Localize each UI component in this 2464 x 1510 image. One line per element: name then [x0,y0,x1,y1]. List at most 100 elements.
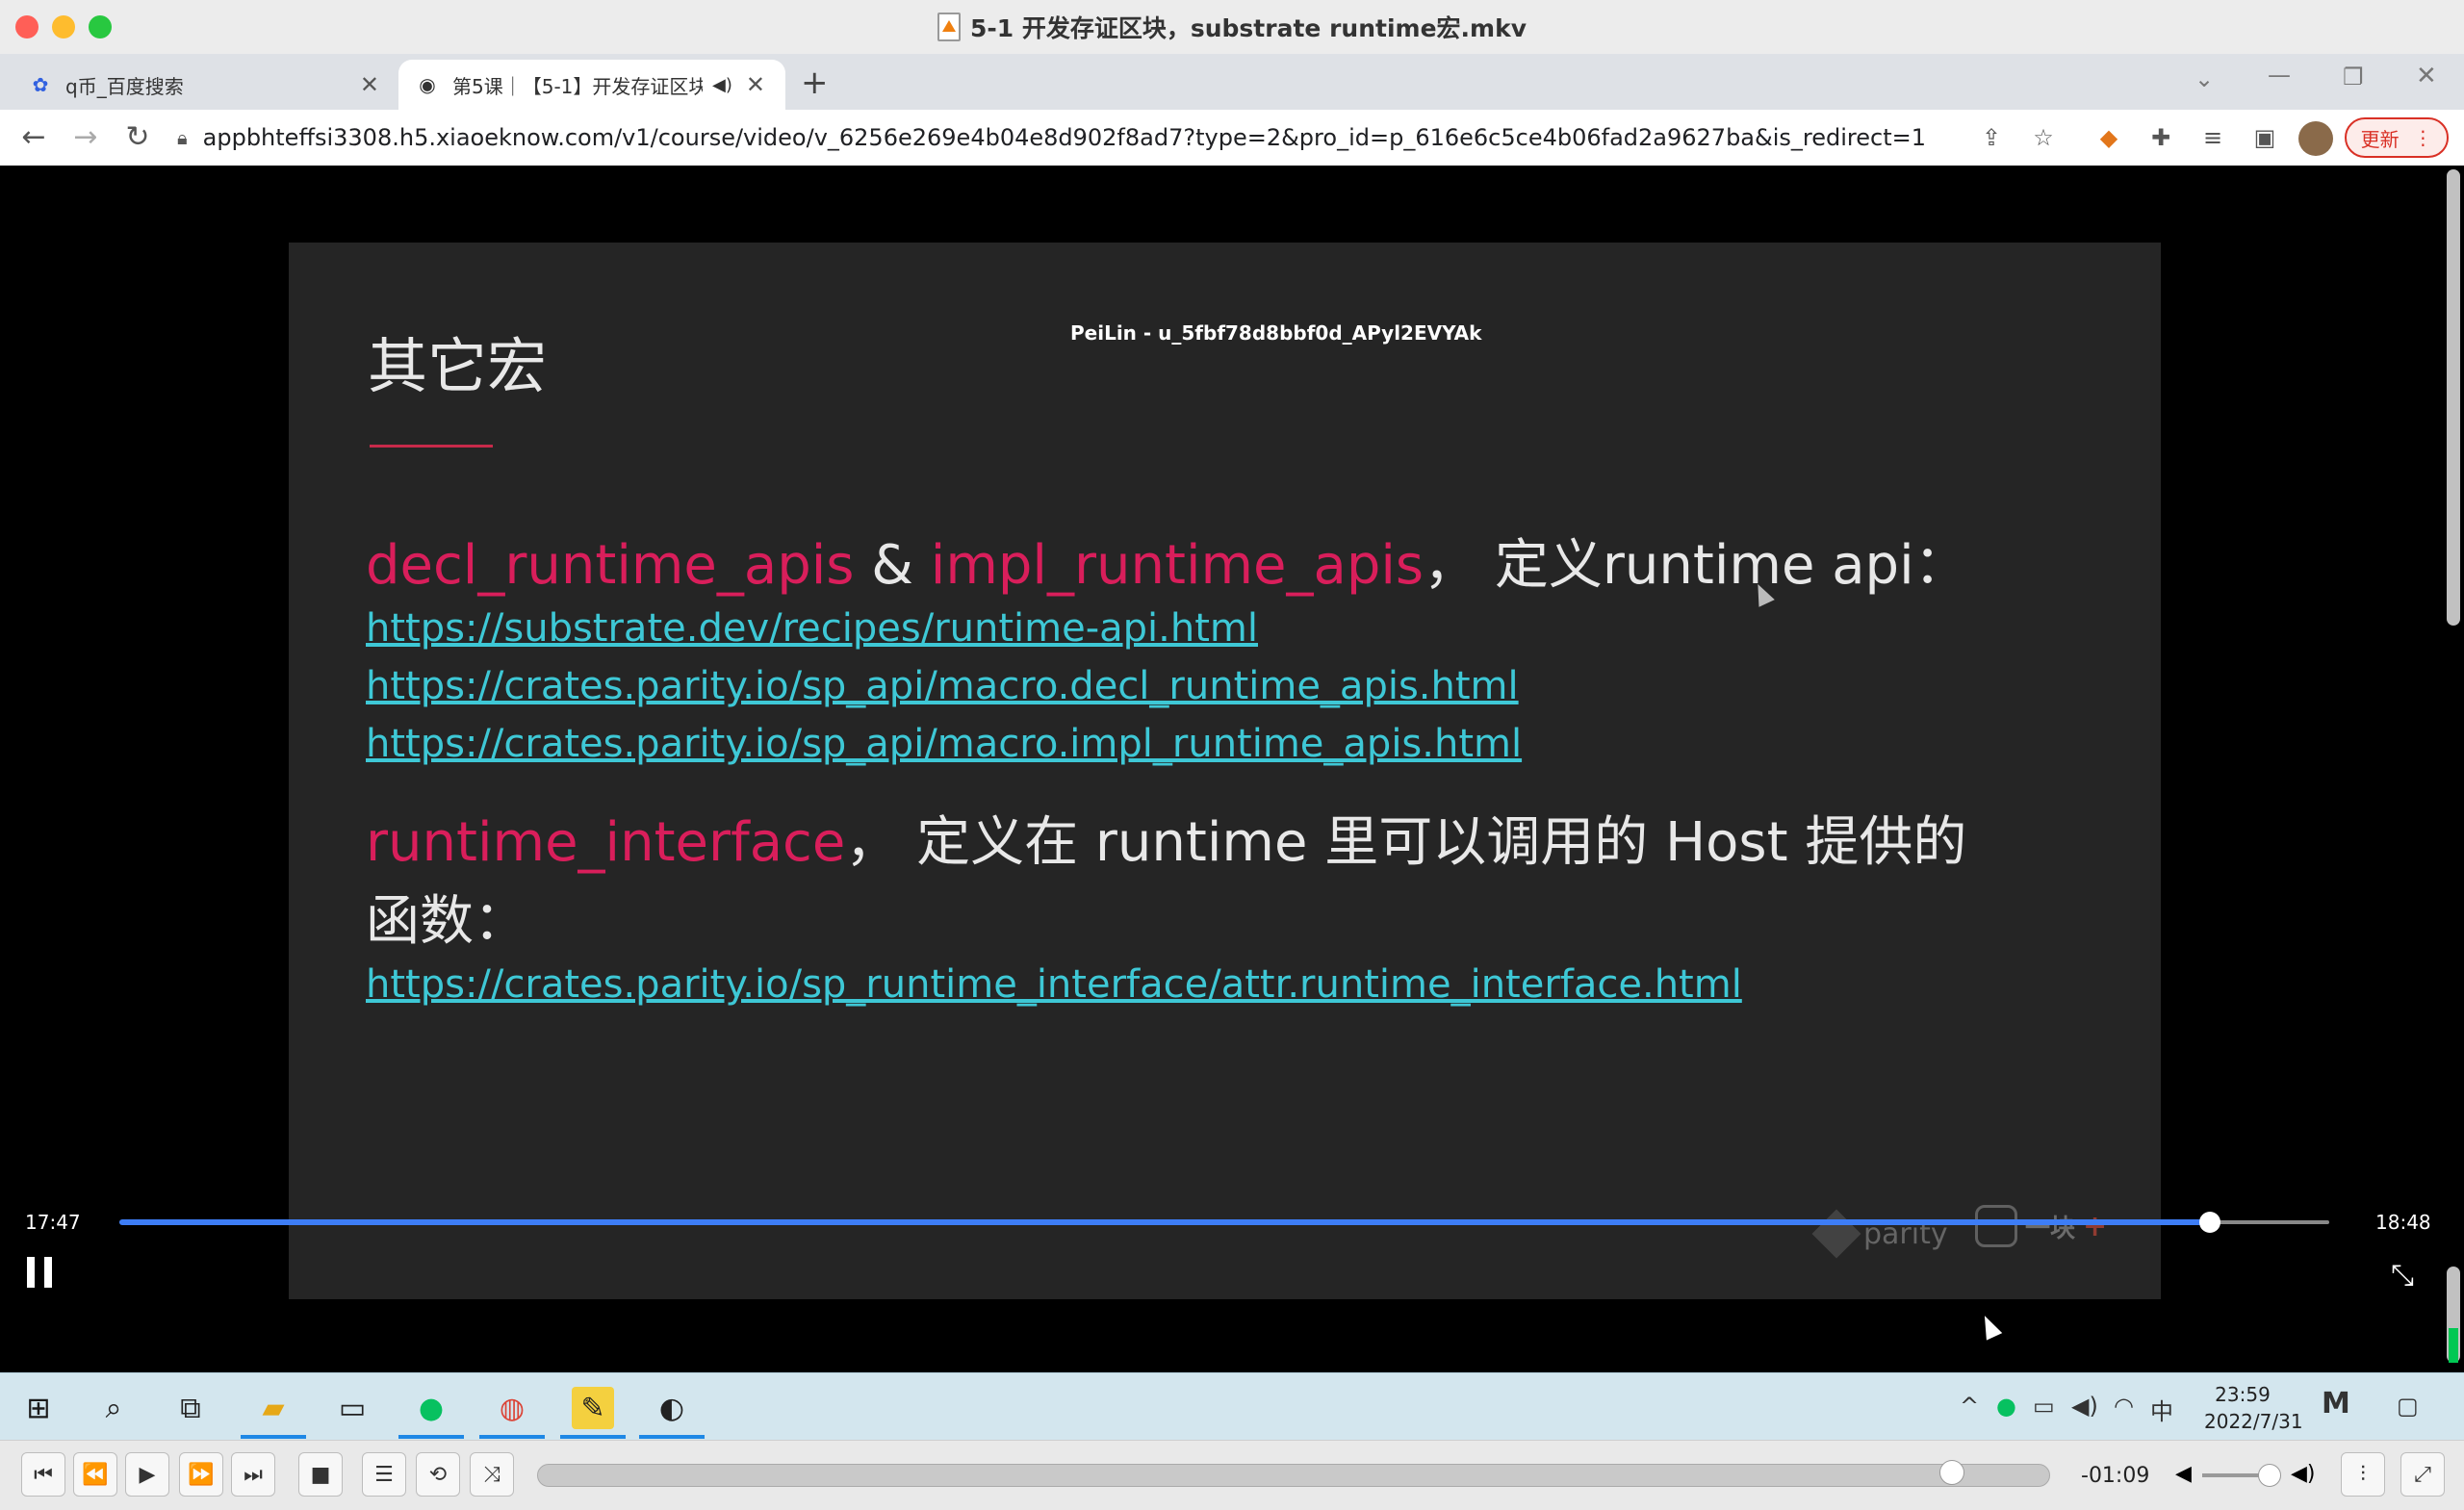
new-tab-button[interactable]: + [801,64,829,102]
reading-list-icon[interactable]: ≡ [2196,121,2229,154]
oneblock-logo: 一块 + [1975,1205,2107,1247]
tab-strip: ✿ q币_百度搜索 ✕ ◉ 第5课｜【5-1】开发存证区块 ◀) ✕ + ⌄ —… [0,54,2464,110]
video-player[interactable]: 其它宏 PeiLin - u_5fbf78d8bbf0d_APyl2EVYAk … [0,166,2443,1372]
share-icon[interactable]: ⇪ [1975,121,2008,154]
equalizer-icon[interactable]: ⫶ [2341,1452,2385,1497]
play-icon[interactable]: ▶ [125,1452,169,1497]
window-titlebar: 5-1 开发存证区块，substrate runtime宏.mkv [0,0,2464,55]
tray-overflow-icon[interactable]: ^ [1960,1393,1979,1420]
fullscreen-icon[interactable]: ⤢ [2400,1452,2445,1497]
playlist-icon[interactable]: ☰ [362,1452,406,1497]
close-icon[interactable]: ✕ [360,71,379,98]
windows-taskbar: ⊞ ⌕ ⧉ ▰ ▭ ● ◍ ✎ ◐ ^ ● ▭ ◀) ◠ 中 23:59 202… [0,1372,2464,1441]
windows-start-icon[interactable]: ⊞ [17,1387,60,1429]
next-icon[interactable]: ⏭ [231,1452,275,1497]
tab-label: 第5课｜【5-1】开发存证区块 [452,74,703,98]
vlc-controls: ⏮ ⏪ ▶ ⏩ ⏭ ■ ☰ ⟲ ⤨ -01:09 ◀ ◀) ⫶ ⤢ [0,1440,2464,1510]
minimize-icon[interactable]: — [2268,62,2291,89]
side-panel-icon[interactable]: ▣ [2248,121,2281,154]
globe-icon: ◉ [419,73,436,96]
taskbar-clock[interactable]: 23:59 2022/7/31 [2204,1381,2303,1435]
keyword-decl-runtime-apis: decl_runtime_apis [366,534,855,597]
tab-lesson[interactable]: ◉ 第5课｜【5-1】开发存证区块 ◀) ✕ [398,60,785,110]
section1-heading: decl_runtime_apis & impl_runtime_apis， 定… [366,522,1968,600]
progress-thumb[interactable] [2198,1212,2220,1233]
link-runtime-api-recipe: https://substrate.dev/recipes/runtime-ap… [366,606,1258,651]
oneblock-box-icon [1975,1205,2017,1247]
task-view-icon[interactable]: ⧉ [169,1387,212,1429]
keyword-runtime-interface: runtime_interface [366,811,846,874]
ampersand: & [854,534,931,597]
ime-indicator[interactable]: 中 [2150,1393,2173,1426]
link-runtime-interface: https://crates.parity.io/sp_runtime_inte… [366,962,1742,1007]
metamask-fox-icon[interactable]: ◆ [2092,121,2125,154]
rewind-icon[interactable]: ⏪ [73,1452,117,1497]
clock-date: 2022/7/31 [2204,1410,2303,1433]
oneblock-plus: + [2083,1209,2108,1243]
extensions-puzzle-icon[interactable]: ✚ [2144,121,2177,154]
section2-description: ， 定义在 runtime 里可以调用的 Host 提供的 [845,811,1967,874]
wechat-icon[interactable]: ● [410,1387,452,1429]
section1-description: ， 定义runtime api： [1424,534,1968,597]
volume-high-icon[interactable]: ◀) [2291,1462,2316,1486]
previous-icon[interactable]: ⏮ [21,1452,65,1497]
wechat-tray-icon[interactable]: ● [1996,1393,2016,1420]
running-indicator [560,1435,626,1439]
fast-forward-icon[interactable]: ⏩ [179,1452,223,1497]
oneblock-logo-text: 一块 [2025,1214,2076,1243]
running-indicator [479,1435,545,1439]
volume-icon[interactable]: ◀) [2071,1393,2098,1420]
terminal-icon[interactable]: ▭ [331,1387,373,1429]
title-underline [370,445,493,448]
vlc-file-icon [937,13,961,41]
more-menu-icon: ⋮ [2413,126,2433,149]
window-title: 5-1 开发存证区块，substrate runtime宏.mkv [969,14,1527,42]
forward-icon[interactable]: → [69,121,102,154]
url-text: appbhteffsi3308.h5.xiaoeknow.com/v1/cour… [202,124,1926,151]
pause-button[interactable] [27,1257,54,1290]
tab-baidu[interactable]: ✿ q币_百度搜索 ✕ [12,60,397,110]
address-bar: ← → ↻ 🔒︎ appbhteffsi3308.h5.xiaoeknow.co… [0,110,2464,166]
restore-icon[interactable]: ❐ [2343,64,2364,90]
vlc-seek-bar[interactable] [537,1464,2050,1487]
update-label: 更新 [2360,127,2400,151]
volume-thumb[interactable] [2258,1464,2281,1487]
loop-icon[interactable]: ⟲ [416,1452,460,1497]
close-icon[interactable]: ✕ [2416,62,2437,90]
obs-icon[interactable]: ◐ [651,1387,693,1429]
avatar[interactable] [2298,121,2333,156]
lock-icon: 🔒︎ [177,126,188,149]
stop-icon[interactable]: ■ [298,1452,343,1497]
search-icon[interactable]: ⌕ [92,1387,135,1429]
notification-icon[interactable]: ▢ [2397,1393,2419,1420]
volume-low-icon[interactable]: ◀ [2175,1462,2192,1486]
section2-continuation: 函数： [366,890,527,953]
link-decl-runtime-apis: https://crates.parity.io/sp_api/macro.de… [366,664,1519,708]
back-icon[interactable]: ← [17,121,50,154]
parity-diamond-icon [1811,1209,1861,1259]
bookmark-star-icon[interactable]: ☆ [2027,121,2060,154]
green-indicator [2449,1328,2458,1363]
recorder-app-icon[interactable]: ✎ [572,1387,614,1429]
file-explorer-icon[interactable]: ▰ [252,1387,295,1429]
remaining-time: -01:09 [2081,1464,2150,1488]
chrome-icon[interactable]: ◍ [491,1387,533,1429]
vlc-seek-thumb[interactable] [1938,1460,1964,1485]
close-icon[interactable]: ✕ [746,71,765,98]
omnibox[interactable]: 🔒︎ appbhteffsi3308.h5.xiaoeknow.com/v1/c… [177,115,1987,160]
link-impl-runtime-apis: https://crates.parity.io/sp_api/macro.im… [366,722,1523,766]
tab-search-icon[interactable]: ⌄ [2194,65,2214,92]
reload-icon[interactable]: ↻ [121,121,154,154]
keyword-impl-runtime-apis: impl_runtime_apis [930,534,1424,597]
update-button[interactable]: 更新 ⋮ [2345,117,2449,158]
running-indicator [639,1435,705,1439]
battery-icon[interactable]: ▭ [2033,1393,2055,1420]
scrollbar-thumb[interactable] [2447,169,2460,626]
app-logo-icon[interactable]: M [2322,1387,2350,1420]
shuffle-icon[interactable]: ⤨ [470,1452,514,1497]
user-watermark: PeiLin - u_5fbf78d8bbf0d_APyl2EVYAk [1070,321,1482,345]
total-time: 18:48 [2375,1211,2431,1234]
wifi-icon[interactable]: ◠ [2114,1393,2134,1420]
speaker-icon[interactable]: ◀) [712,75,732,95]
exit-fullscreen-icon[interactable]: ⤡ [2383,1257,2422,1295]
